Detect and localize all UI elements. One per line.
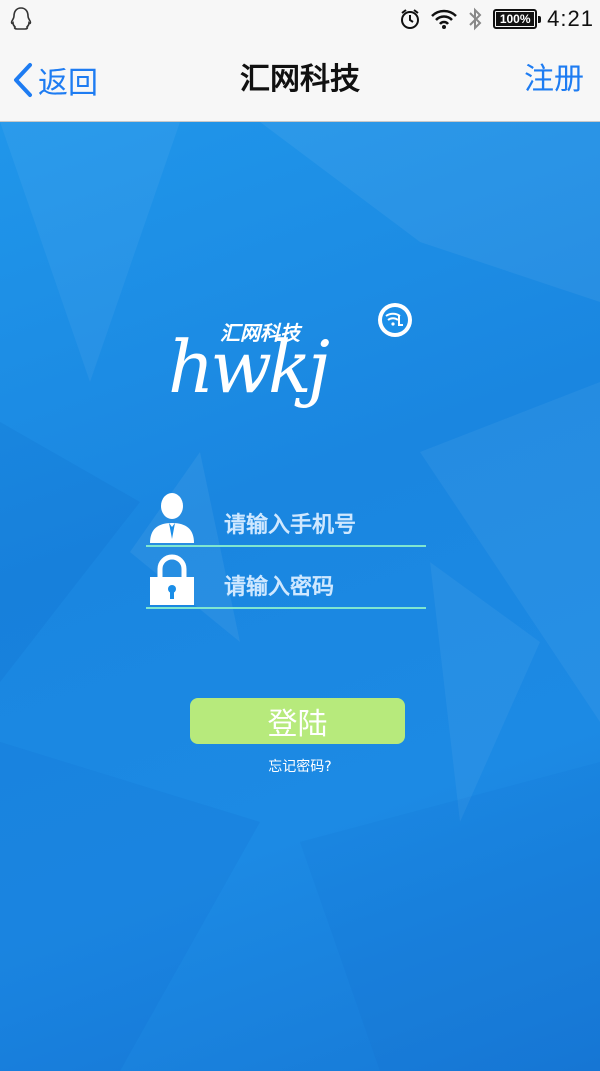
phone-input[interactable]	[224, 507, 424, 543]
login-button[interactable]: 登陆	[190, 698, 405, 744]
company-logo: 汇网科技 hwkj	[168, 303, 412, 409]
user-icon	[150, 493, 194, 543]
lock-icon	[150, 554, 194, 605]
page-title: 汇网科技	[240, 62, 360, 97]
wifi-logo-icon	[378, 303, 412, 337]
qq-icon	[10, 7, 32, 30]
alarm-icon	[401, 9, 420, 29]
status-time: 4:21	[547, 6, 594, 31]
wifi-icon	[431, 9, 458, 29]
phone-field	[146, 487, 426, 547]
battery-icon: 100%	[493, 9, 542, 29]
password-field	[146, 549, 426, 609]
register-button[interactable]: 注册	[524, 58, 584, 102]
password-input[interactable]	[224, 569, 424, 605]
forgot-password-link[interactable]: 忘记密码?	[0, 756, 600, 776]
nav-bar: 返回 汇网科技 注册	[0, 38, 600, 122]
login-panel: 汇网科技 hwkj 登陆 忘记密码?	[0, 122, 600, 1071]
logo-latin-text: hwkj	[168, 325, 330, 409]
status-bar: 100% 4:21	[0, 0, 600, 38]
bluetooth-icon	[469, 7, 482, 31]
battery-label: 100%	[499, 12, 531, 26]
